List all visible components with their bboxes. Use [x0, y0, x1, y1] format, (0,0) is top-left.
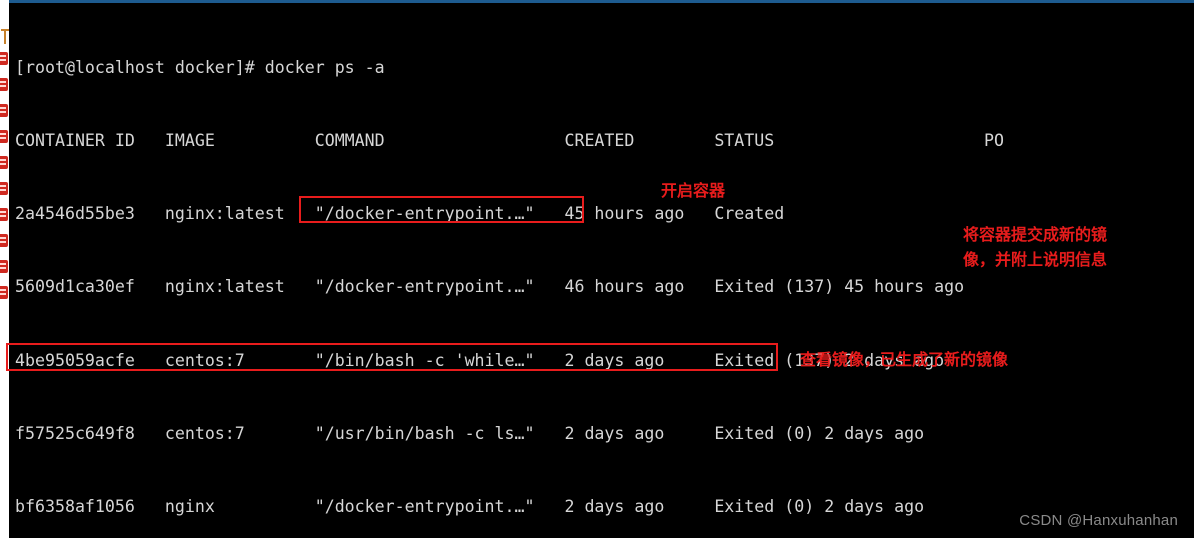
- watermark-badge: [0, 260, 8, 273]
- annotation-images-note: 查看镜像，已生成了新的镜像: [800, 350, 1009, 369]
- watermark-badge: [0, 52, 8, 65]
- watermark-badge: [0, 104, 8, 117]
- ps-table-row: bf6358af1056 nginx "/docker-entrypoint.……: [15, 497, 925, 517]
- watermark-badge-pin: [1, 26, 9, 46]
- ps-table-row: 5609d1ca30ef nginx:latest "/docker-entry…: [15, 277, 965, 297]
- ps-table-row: 4be95059acfe centos:7 "/bin/bash -c 'whi…: [15, 350, 945, 370]
- screenshot-root: [root@localhost docker]# docker ps -a CO…: [0, 0, 1194, 538]
- watermark-badge: [0, 156, 8, 169]
- watermark-badge: [0, 286, 8, 299]
- watermark-badge: [0, 234, 8, 247]
- csdn-watermark: CSDN @Hanxuhanhan: [1019, 512, 1178, 529]
- annotation-commit-line1: 将容器提交成新的镜: [963, 225, 1108, 244]
- watermark-badge: [0, 208, 8, 221]
- ps-table-header: CONTAINER ID IMAGE COMMAND CREATED STATU…: [15, 131, 1005, 151]
- annotation-start-container: 开启容器: [661, 181, 726, 200]
- left-gutter: [0, 0, 9, 538]
- terminal-line: [root@localhost docker]# docker ps -a: [15, 57, 385, 77]
- watermark-badge: [0, 78, 8, 91]
- ps-table-row: f57525c649f8 centos:7 "/usr/bin/bash -c …: [15, 423, 925, 443]
- annotation-commit-line2: 像，并附上说明信息: [963, 250, 1108, 269]
- watermark-badge: [0, 182, 8, 195]
- watermark-badge: [0, 130, 8, 143]
